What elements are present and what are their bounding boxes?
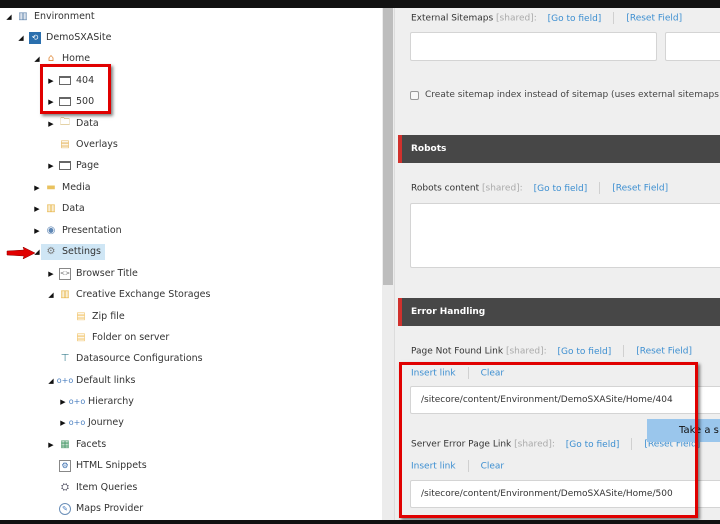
bottom-bar: [0, 520, 720, 524]
expand-toggle[interactable]: ◢: [4, 13, 14, 21]
storage-item-icon: ▤: [76, 311, 86, 322]
overlays-folder-icon: ▤: [60, 139, 70, 150]
tree-node-page[interactable]: ▶ Page: [46, 155, 99, 176]
gear-doc-icon: ⚙: [59, 459, 71, 472]
external-sitemaps-label: External Sitemaps [shared]: [Go to field…: [411, 12, 683, 24]
highlight-box-error-links: [399, 362, 698, 518]
collapse-toggle[interactable]: ▶: [32, 184, 42, 192]
collapse-toggle[interactable]: ▶: [58, 419, 68, 427]
external-sitemaps-input-2[interactable]: [665, 32, 720, 61]
collapse-toggle[interactable]: ▶: [46, 120, 56, 128]
reset-field-link[interactable]: [Reset Field]: [636, 347, 692, 357]
map-icon: ✎: [59, 502, 71, 515]
tree-node-browser-title[interactable]: ▶ <> Browser Title: [46, 263, 138, 284]
expand-toggle[interactable]: ◢: [46, 377, 56, 385]
section-header-robots[interactable]: Robots: [398, 135, 720, 163]
go-to-field-link[interactable]: [Go to field]: [548, 14, 602, 24]
tree-node-folder-on-server[interactable]: ▤ Folder on server: [62, 327, 169, 348]
eye-icon: ◉: [46, 225, 56, 236]
tree-node-data-root[interactable]: ▶ ▥ Data: [32, 198, 84, 219]
external-sitemaps-input-1[interactable]: [410, 32, 657, 61]
storage-item-icon: ▤: [76, 332, 86, 343]
collapse-toggle[interactable]: ▶: [58, 398, 68, 406]
facets-icon: ▦: [60, 439, 70, 450]
link-icon: o+o: [68, 397, 86, 406]
tree-node-environment[interactable]: ◢ ▥ Environment: [4, 8, 94, 27]
top-bar: [0, 0, 720, 8]
expand-toggle[interactable]: ◢: [16, 34, 26, 42]
collapse-toggle[interactable]: ▶: [46, 441, 56, 449]
site-icon: ⟲: [29, 31, 41, 44]
signpost-icon: ⊤: [60, 353, 70, 364]
query-icon: ⛭: [61, 482, 69, 493]
expand-toggle[interactable]: ◢: [32, 55, 42, 63]
tree-scrollbar-thumb[interactable]: [383, 8, 393, 285]
collapse-toggle[interactable]: ▶: [32, 205, 42, 213]
tree-node-creative-exchange-storages[interactable]: ◢ ▥ Creative Exchange Storages: [46, 284, 210, 305]
reset-field-link[interactable]: [Reset Field]: [612, 184, 668, 194]
tree-node-facets[interactable]: ▶ ▦ Facets: [46, 434, 106, 455]
collapse-toggle[interactable]: ▶: [32, 227, 42, 235]
link-icon: o+o: [68, 418, 86, 427]
code-doc-icon: <>: [59, 267, 71, 280]
page-not-found-label: Page Not Found Link [shared]: [Go to fie…: [411, 345, 693, 357]
reset-field-link[interactable]: [Reset Field]: [626, 14, 682, 24]
go-to-field-link[interactable]: [Go to field]: [534, 184, 588, 194]
robots-content-label: Robots content [shared]: [Go to field] [R…: [411, 182, 669, 194]
tree-node-item-queries[interactable]: ⛭ Item Queries: [46, 477, 137, 498]
building-icon: ▥: [18, 11, 28, 22]
highlight-box-error-pages: [40, 64, 111, 114]
gears-icon: ⚙: [46, 246, 56, 257]
tree-node-media[interactable]: ▶ ▬ Media: [32, 177, 90, 198]
tree-node-hierarchy[interactable]: ▶ o+o Hierarchy: [58, 391, 134, 412]
collapse-toggle[interactable]: ▶: [46, 270, 56, 278]
sitemap-index-checkbox-row[interactable]: Create sitemap index instead of sitemap …: [410, 90, 719, 100]
tree-node-demosxasite[interactable]: ◢ ⟲ DemoSXASite: [16, 27, 112, 48]
data-folder-icon: 🗀: [60, 117, 70, 128]
tree-node-journey[interactable]: ▶ o+o Journey: [58, 412, 124, 433]
tree-node-zip-file[interactable]: ▤ Zip file: [62, 306, 124, 327]
media-folder-icon: ▬: [46, 182, 56, 193]
red-arrow-annotation: [6, 247, 36, 259]
tree-node-presentation[interactable]: ▶ ◉ Presentation: [32, 220, 121, 241]
robots-content-textarea[interactable]: [410, 203, 720, 268]
collapse-toggle[interactable]: ▶: [46, 162, 56, 170]
expand-toggle[interactable]: ◢: [46, 291, 56, 299]
go-to-field-link[interactable]: [Go to field]: [558, 347, 612, 357]
link-icon: o+o: [56, 376, 74, 385]
home-icon: ⌂: [47, 53, 55, 64]
tree-node-overlays[interactable]: ▤ Overlays: [46, 134, 118, 155]
tree-node-datasource-configurations[interactable]: ⊤ Datasource Configurations: [46, 348, 203, 369]
sitemap-index-checkbox[interactable]: [410, 90, 419, 100]
tree-node-data[interactable]: ▶ 🗀 Data: [46, 113, 98, 134]
data-stack-icon: ▥: [46, 203, 56, 214]
tree-node-default-links[interactable]: ◢ o+o Default links: [46, 370, 135, 391]
tree-node-html-snippets[interactable]: ⚙ HTML Snippets: [46, 455, 147, 476]
page-icon: [59, 160, 71, 172]
section-header-error-handling[interactable]: Error Handling: [398, 298, 720, 326]
tree-node-maps-provider[interactable]: ✎ Maps Provider: [46, 498, 143, 519]
tree-node-settings[interactable]: ◢ ⚙ Settings: [32, 241, 105, 262]
storage-icon: ▥: [60, 289, 70, 300]
